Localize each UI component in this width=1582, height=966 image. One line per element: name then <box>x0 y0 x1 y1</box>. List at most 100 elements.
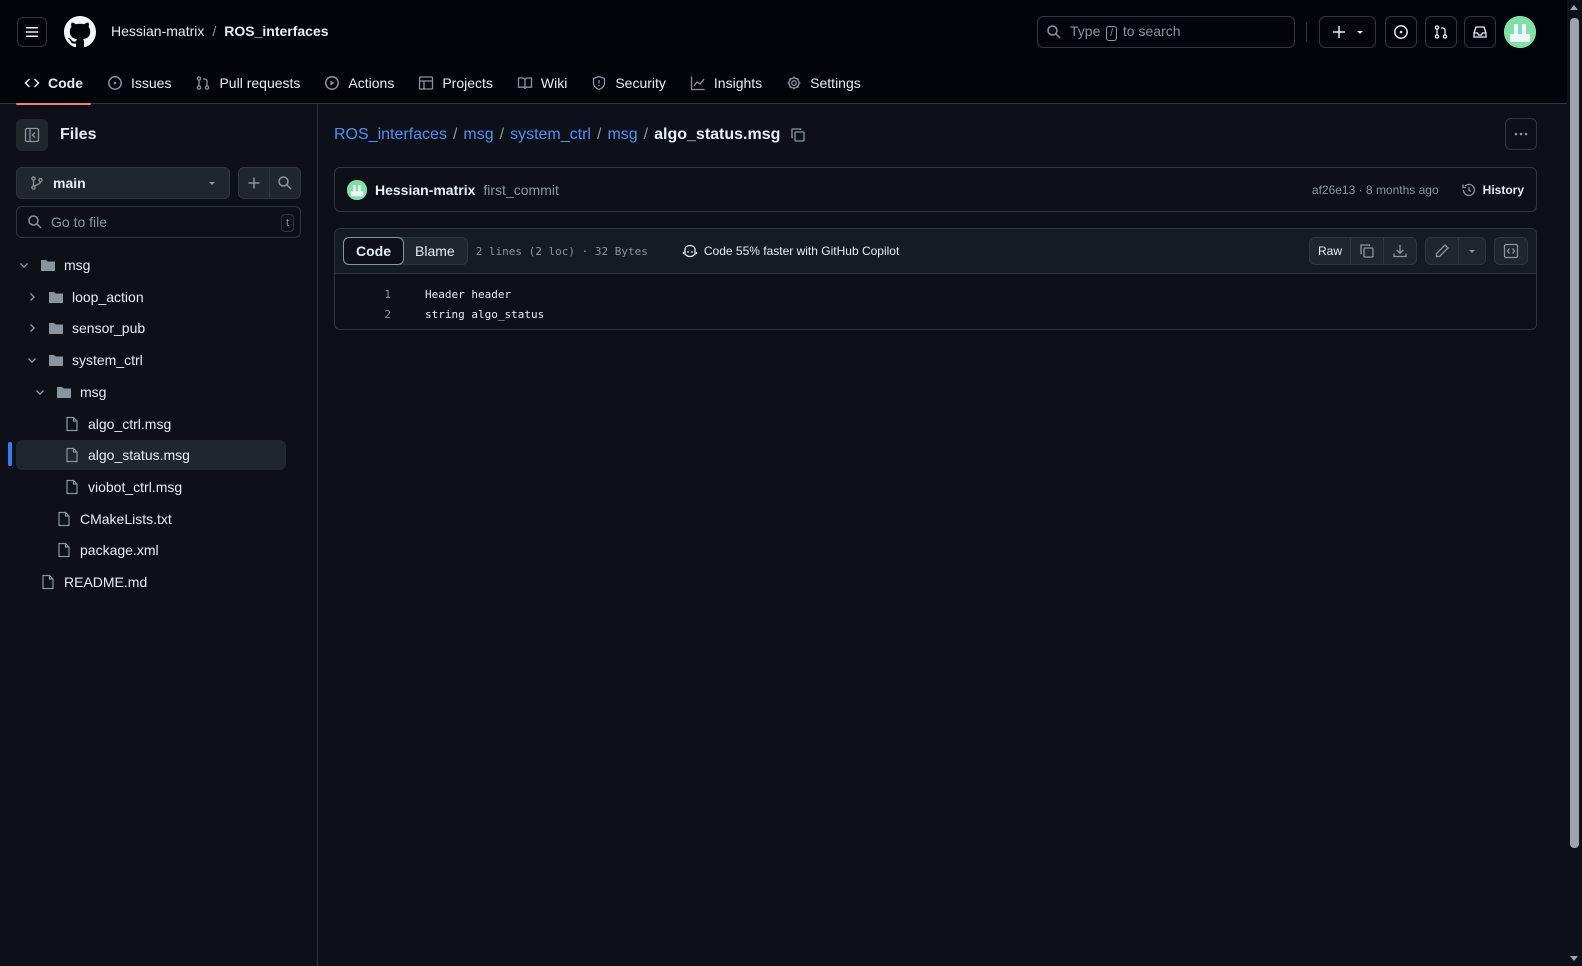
file-meta: 2 lines (2 loc) · 32 Bytes <box>475 244 648 258</box>
tree-item-algo-ctrl[interactable]: algo_ctrl.msg <box>16 409 286 439</box>
download-button[interactable] <box>1384 238 1416 264</box>
copy-path-icon[interactable] <box>790 127 806 143</box>
scrollbar-thumb[interactable] <box>1570 18 1579 848</box>
breadcrumb-link-msg-nested[interactable]: msg <box>607 126 637 144</box>
chevron-right-icon[interactable] <box>24 291 40 303</box>
create-new-button[interactable] <box>1319 16 1376 48</box>
commit-author-avatar[interactable] <box>347 179 367 200</box>
more-options-button[interactable] <box>1505 118 1537 150</box>
view-mode-toggle: Code Blame <box>343 237 468 265</box>
tab-settings[interactable]: Settings <box>778 62 869 104</box>
menu-button[interactable] <box>17 17 47 47</box>
line-number[interactable]: 2 <box>335 308 391 321</box>
scroll-up-arrow-icon[interactable] <box>1570 5 1578 10</box>
inbox-button[interactable] <box>1464 16 1496 48</box>
breadcrumb-separator: / <box>643 126 649 143</box>
tree-item-package-xml[interactable]: package.xml <box>16 535 286 565</box>
search-files-button[interactable] <box>269 167 301 199</box>
file-view: ROS_interfaces / msg / system_ctrl / msg… <box>318 104 1567 966</box>
header-divider <box>1306 22 1307 42</box>
tab-actions-label: Actions <box>348 75 395 91</box>
copilot-icon <box>682 244 698 258</box>
search-shortcut-key: / <box>1106 26 1118 41</box>
tab-issues[interactable]: Issues <box>99 62 179 104</box>
blame-view-button[interactable]: Blame <box>403 238 467 264</box>
folder-icon <box>48 289 64 305</box>
issues-button[interactable] <box>1385 16 1417 48</box>
collapse-sidebar-button[interactable] <box>16 119 48 151</box>
folder-open-icon <box>40 257 56 273</box>
line-number[interactable]: 1 <box>335 288 391 301</box>
file-icon <box>64 447 80 463</box>
edit-button[interactable] <box>1426 238 1459 264</box>
code-viewer: Code Blame 2 lines (2 loc) · 32 Bytes Co… <box>334 228 1537 330</box>
commit-author[interactable]: Hessian-matrix <box>375 182 475 198</box>
gear-icon <box>787 76 801 90</box>
scroll-down-arrow-icon[interactable] <box>1570 956 1578 961</box>
raw-button[interactable]: Raw <box>1310 238 1351 264</box>
tab-code[interactable]: Code <box>16 62 91 105</box>
tree-item-viobot-ctrl[interactable]: viobot_ctrl.msg <box>16 472 286 502</box>
history-button[interactable]: History <box>1461 182 1524 198</box>
tab-actions[interactable]: Actions <box>316 62 402 104</box>
tab-pull-requests[interactable]: Pull requests <box>187 62 308 104</box>
shield-icon <box>593 75 606 91</box>
tree-item-label: algo_status.msg <box>88 447 190 464</box>
copilot-promo-link[interactable]: Code 55% faster with GitHub Copilot <box>682 243 899 259</box>
repo-link[interactable]: ROS_interfaces <box>224 23 328 39</box>
breadcrumb-link-repo[interactable]: ROS_interfaces <box>334 126 447 144</box>
files-title: Files <box>60 126 97 143</box>
page-scrollbar[interactable] <box>1567 0 1582 966</box>
user-avatar[interactable] <box>1504 16 1536 48</box>
branch-selector[interactable]: main <box>16 167 230 199</box>
symbols-panel-button[interactable] <box>1495 238 1527 264</box>
chevron-right-icon[interactable] <box>24 322 40 334</box>
tab-projects[interactable]: Projects <box>410 62 501 104</box>
file-icon <box>64 479 80 495</box>
chevron-down-icon[interactable] <box>32 386 48 398</box>
git-branch-icon <box>31 176 43 190</box>
tab-insights[interactable]: Insights <box>682 62 770 104</box>
go-to-file-input[interactable]: Go to file t <box>16 206 301 238</box>
tree-item-sensor-pub[interactable]: sensor_pub <box>16 313 286 343</box>
current-file-name: algo_status.msg <box>654 126 781 143</box>
commit-sha-time[interactable]: af26e13 · 8 months ago <box>1312 183 1439 197</box>
history-icon <box>1462 183 1475 196</box>
tab-wiki[interactable]: Wiki <box>509 62 575 104</box>
plus-icon <box>1332 26 1345 38</box>
tab-code-label: Code <box>48 75 83 91</box>
tab-security[interactable]: Security <box>583 62 674 104</box>
pull-requests-button[interactable] <box>1425 16 1457 48</box>
tab-security-label: Security <box>615 75 666 91</box>
owner-link[interactable]: Hessian-matrix <box>111 23 204 39</box>
tree-item-algo-status[interactable]: algo_status.msg <box>16 440 286 471</box>
tree-item-system-ctrl[interactable]: system_ctrl <box>16 345 286 375</box>
chevron-down-icon[interactable] <box>16 259 32 271</box>
search-input[interactable]: Type / to search <box>1037 16 1295 48</box>
breadcrumb-link-system-ctrl[interactable]: system_ctrl <box>510 126 591 144</box>
edit-group <box>1425 237 1486 265</box>
commit-message[interactable]: first_commit <box>483 182 558 198</box>
code-square-icon <box>1503 243 1519 259</box>
tree-item-readme[interactable]: README.md <box>16 567 286 597</box>
github-logo-icon[interactable] <box>64 16 96 48</box>
tree-item-label: loop_action <box>72 288 144 305</box>
tree-item-loop-action[interactable]: loop_action <box>16 282 286 312</box>
breadcrumb-link-msg[interactable]: msg <box>463 126 493 144</box>
tree-item-cmakelists[interactable]: CMakeLists.txt <box>16 504 286 534</box>
kebab-horizontal-icon <box>1514 132 1528 136</box>
tab-projects-label: Projects <box>442 75 493 91</box>
tree-item-label: package.xml <box>80 542 159 559</box>
code-icon <box>24 78 40 88</box>
tree-item-msg[interactable]: msg <box>16 250 286 280</box>
chevron-down-icon[interactable] <box>24 354 40 366</box>
copy-raw-button[interactable] <box>1351 238 1384 264</box>
history-label: History <box>1482 182 1524 197</box>
tree-item-system-ctrl-msg[interactable]: msg <box>16 377 286 407</box>
search-icon <box>28 215 42 229</box>
add-file-button[interactable] <box>238 167 270 199</box>
code-view-button[interactable]: Code <box>343 237 404 265</box>
breadcrumb-separator: / <box>596 126 602 143</box>
tab-settings-label: Settings <box>810 75 861 91</box>
edit-dropdown-button[interactable] <box>1459 238 1485 264</box>
